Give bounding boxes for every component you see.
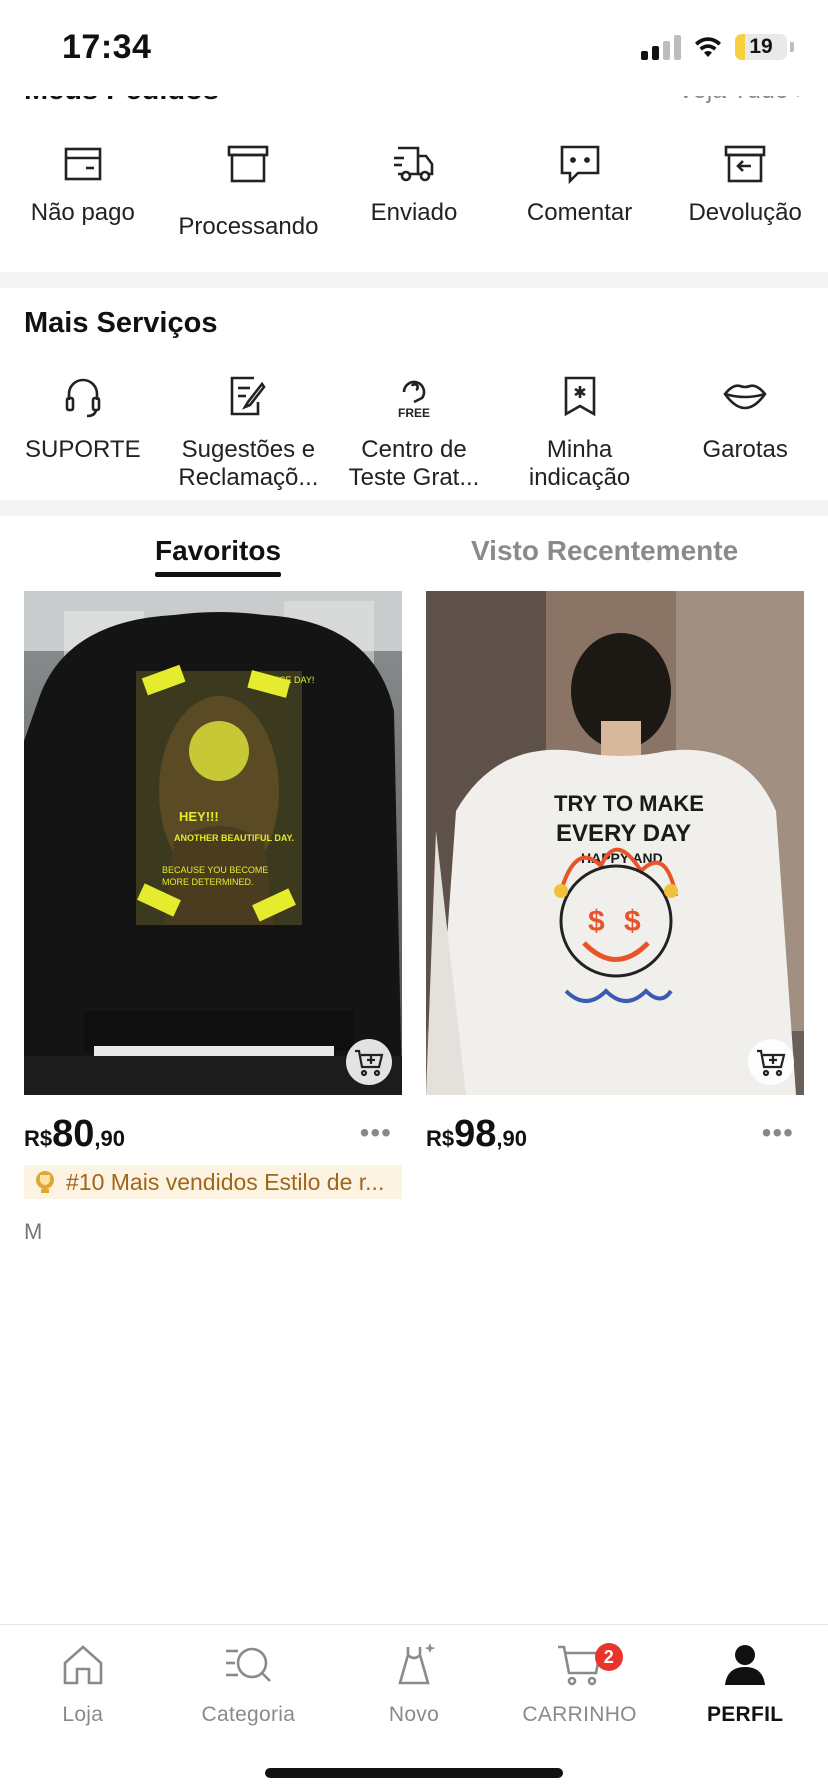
category-search-icon — [226, 1647, 272, 1682]
services-title: Mais Serviços — [24, 307, 218, 339]
tab-recently-viewed[interactable]: Visto Recentemente — [471, 535, 738, 567]
service-free-trial-label: Centro de Teste Grat... — [348, 436, 480, 491]
price-decimal: ,90 — [496, 1126, 527, 1151]
product-photo-black-sweatshirt: NICE DAY! HEY!!! ANOTHER BEAUTIFUL DAY. … — [24, 591, 402, 1095]
section-divider — [0, 500, 828, 516]
nav-shop-label: Loja — [62, 1703, 104, 1726]
box-icon — [228, 145, 269, 183]
new-dress-icon — [398, 1643, 436, 1685]
add-cart-icon — [355, 1049, 384, 1077]
nav-category-label: Categoria — [201, 1703, 296, 1726]
nav-new[interactable]: Novo — [331, 1639, 497, 1727]
svg-text:NICE DAY!: NICE DAY! — [270, 675, 314, 685]
order-return-button[interactable]: Devolução — [662, 140, 828, 241]
price-decimal: ,90 — [94, 1126, 125, 1151]
service-feedback-label: Sugestões e Reclamaçõ... — [178, 436, 319, 491]
svg-text:BECAUSE YOU BECOME: BECAUSE YOU BECOME — [162, 865, 268, 875]
price-integer: 98 — [454, 1113, 497, 1155]
product-price: R$98,90 — [426, 1113, 527, 1156]
nav-profile[interactable]: PERFIL — [662, 1639, 828, 1727]
return-box-icon — [724, 145, 766, 183]
nav-new-label: Novo — [388, 1703, 440, 1726]
order-processing-button[interactable]: Processando — [166, 140, 332, 241]
lips-icon — [723, 384, 767, 410]
wifi-icon — [695, 37, 721, 57]
more-options-icon[interactable]: ••• — [360, 1117, 392, 1149]
svg-text:HEY!!!: HEY!!! — [179, 809, 219, 824]
free-trial-icon: FREE — [398, 380, 430, 420]
status-indicators: 19 — [641, 34, 794, 60]
service-girls-label: Garotas — [702, 436, 788, 463]
price-currency: R$ — [24, 1126, 53, 1151]
svg-text:ANOTHER BEAUTIFUL DAY.: ANOTHER BEAUTIFUL DAY. — [174, 833, 294, 843]
price-row: R$98,90 ••• — [426, 1113, 804, 1173]
headset-icon — [65, 378, 101, 418]
service-girls-button[interactable]: Garotas — [662, 372, 828, 492]
product-size: M — [24, 1219, 43, 1244]
svg-text:$: $ — [624, 905, 641, 938]
service-feedback-button[interactable]: Sugestões e Reclamaçõ... — [166, 372, 332, 492]
svg-text:EVERY DAY: EVERY DAY — [556, 820, 691, 847]
orders-row: Não pago Processando Enviado Comentar De… — [0, 140, 828, 241]
product-image[interactable]: NICE DAY! HEY!!! ANOTHER BEAUTIFUL DAY. … — [24, 591, 402, 1095]
product-card[interactable]: TRY TO MAKE EVERY DAY HAPPY AND $ $ R$98… — [426, 591, 804, 1173]
section-divider — [0, 272, 828, 288]
order-unpaid-label: Não pago — [30, 199, 135, 226]
service-free-trial-button[interactable]: FREE Centro de Teste Grat... — [331, 372, 497, 492]
nav-shop[interactable]: Loja — [0, 1639, 166, 1727]
bottom-navigation: Loja Categoria Novo 2 CARRINHO PERFIL — [0, 1624, 828, 1792]
service-support-label: SUPORTE — [25, 436, 141, 463]
order-return-label: Devolução — [688, 199, 802, 226]
battery-icon: 19 — [735, 34, 787, 60]
product-card[interactable]: NICE DAY! HEY!!! ANOTHER BEAUTIFUL DAY. … — [24, 591, 402, 1245]
order-shipped-label: Enviado — [370, 199, 458, 226]
price-row: R$80,90 ••• — [24, 1113, 402, 1173]
product-price: R$80,90 — [24, 1113, 125, 1156]
cart-count-badge: 2 — [594, 1643, 623, 1671]
wallet-icon — [64, 147, 102, 181]
service-referral-label: Minha indicação — [528, 436, 631, 491]
home-icon — [63, 1645, 103, 1685]
add-to-cart-button[interactable] — [748, 1039, 794, 1085]
bookmark-star-icon — [564, 376, 595, 417]
order-comment-button[interactable]: Comentar — [497, 140, 663, 241]
battery-percentage: 19 — [749, 35, 773, 58]
svg-text:TRY TO MAKE: TRY TO MAKE — [554, 791, 704, 816]
service-referral-button[interactable]: Minha indicação — [497, 372, 663, 492]
tab-favorites[interactable]: Favoritos — [155, 535, 282, 577]
order-processing-label: Processando — [178, 213, 319, 240]
services-row: SUPORTE Sugestões e Reclamaçõ... FREE Ce… — [0, 372, 828, 492]
add-to-cart-button[interactable] — [346, 1039, 392, 1085]
svg-text:MORE DETERMINED.: MORE DETERMINED. — [162, 877, 254, 887]
price-integer: 80 — [52, 1113, 95, 1155]
nav-profile-label: PERFIL — [706, 1703, 784, 1726]
nav-category[interactable]: Categoria — [166, 1639, 332, 1727]
add-cart-icon — [757, 1049, 786, 1077]
svg-text:FREE: FREE — [398, 406, 430, 420]
price-currency: R$ — [426, 1126, 455, 1151]
svg-text:$: $ — [588, 905, 605, 938]
comment-icon — [560, 145, 599, 185]
product-photo-white-sweatshirt: TRY TO MAKE EVERY DAY HAPPY AND $ $ — [426, 591, 804, 1095]
edit-document-icon — [231, 376, 266, 416]
truck-icon — [393, 146, 434, 182]
profile-icon — [725, 1645, 766, 1685]
status-bar: 17:34 19 — [0, 0, 828, 96]
product-tabs: Favoritos Visto Recentemente — [0, 535, 828, 577]
nav-cart-label: CARRINHO — [522, 1703, 637, 1726]
order-shipped-button[interactable]: Enviado — [331, 140, 497, 241]
product-image[interactable]: TRY TO MAKE EVERY DAY HAPPY AND $ $ — [426, 591, 804, 1095]
service-support-button[interactable]: SUPORTE — [0, 372, 166, 492]
more-options-icon[interactable]: ••• — [762, 1117, 794, 1149]
signal-icon — [641, 34, 681, 60]
home-indicator — [265, 1768, 563, 1778]
battery-cap — [790, 42, 794, 52]
order-comment-label: Comentar — [526, 199, 633, 226]
nav-cart[interactable]: 2 CARRINHO — [497, 1639, 663, 1727]
order-unpaid-button[interactable]: Não pago — [0, 140, 166, 241]
status-time: 17:34 — [62, 28, 152, 66]
